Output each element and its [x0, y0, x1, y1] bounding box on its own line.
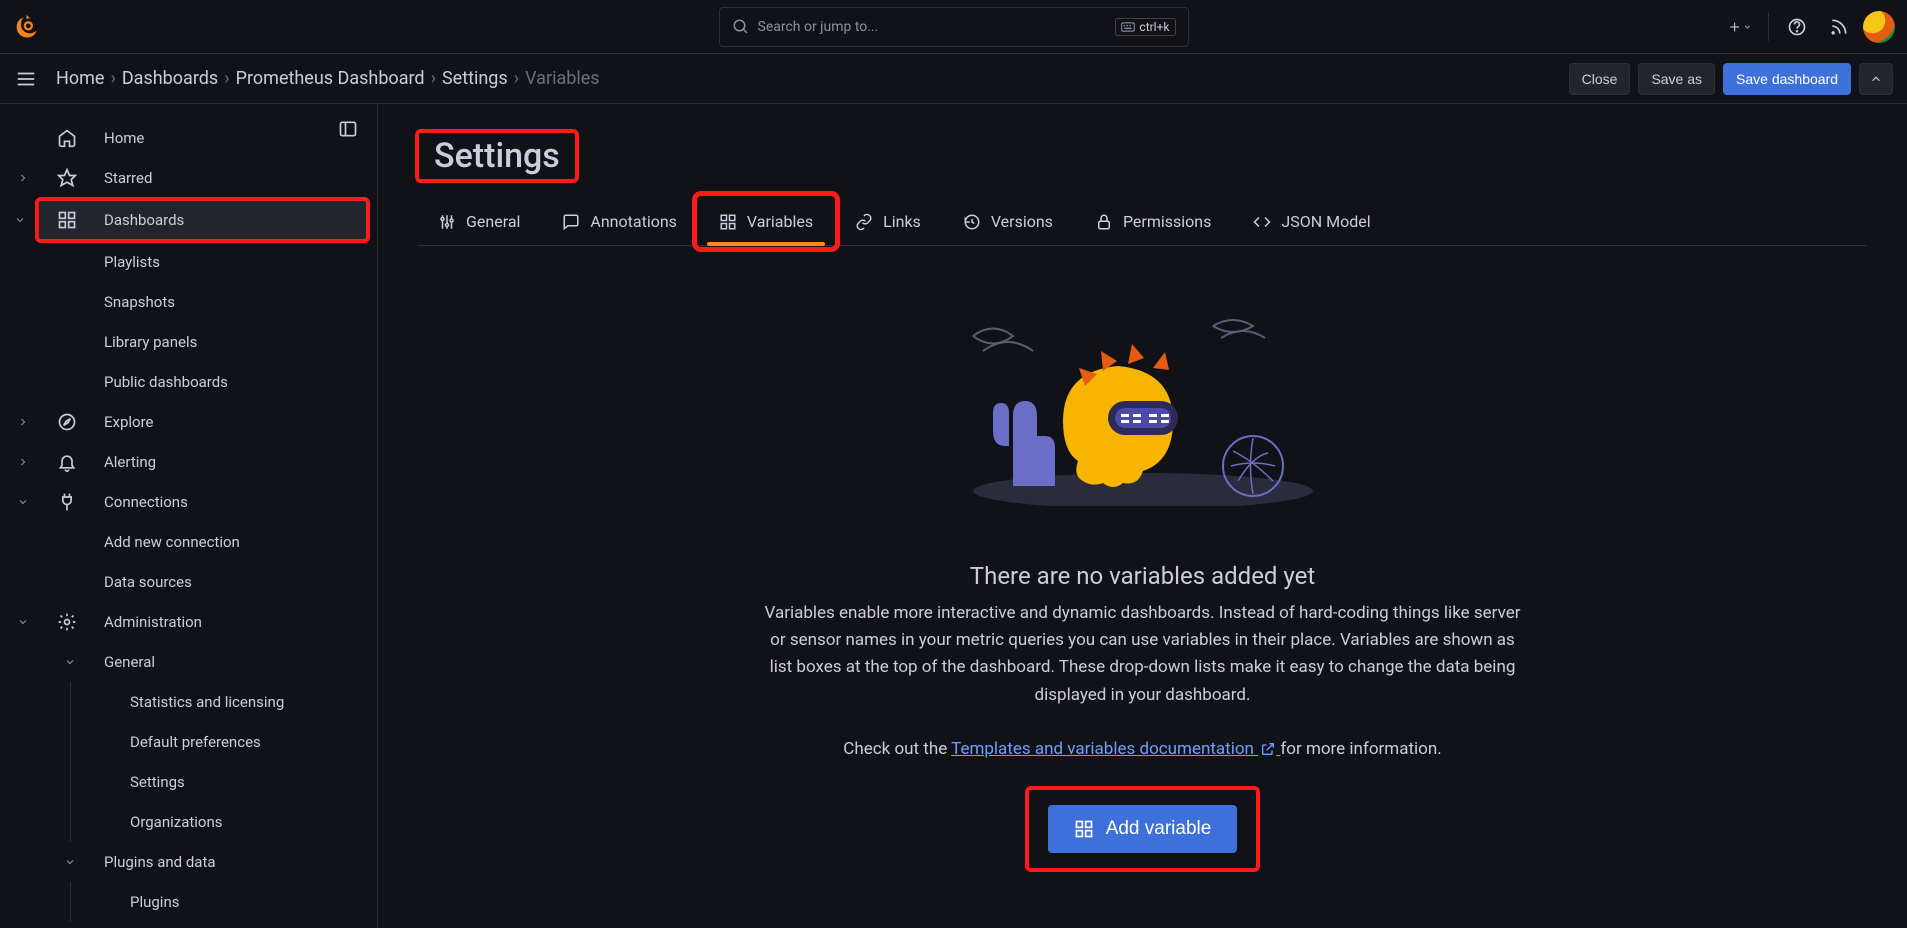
grid-icon	[1074, 819, 1094, 839]
global-search[interactable]: Search or jump to... ctrl+k	[719, 7, 1189, 47]
help-icon[interactable]	[1779, 9, 1815, 45]
chevron-right-icon	[14, 456, 32, 468]
save-as-button[interactable]: Save as	[1638, 63, 1715, 95]
sidebar-item-library-panels[interactable]: Library panels	[0, 322, 377, 362]
breadcrumb-variables: Variables	[525, 68, 599, 89]
lock-icon	[1095, 213, 1113, 231]
add-variable-button[interactable]: Add variable	[1048, 805, 1238, 853]
news-icon[interactable]	[1821, 9, 1857, 45]
breadcrumb: Home › Dashboards › Prometheus Dashboard…	[56, 68, 600, 89]
chevron-right-icon	[14, 172, 32, 184]
user-avatar[interactable]	[1863, 11, 1895, 43]
empty-state-illustration	[953, 306, 1333, 506]
settings-tabs: General Annotations Variables Links Vers…	[418, 198, 1867, 246]
sidebar-item-alerting[interactable]: Alerting	[0, 442, 377, 482]
home-icon	[56, 128, 78, 148]
tab-permissions[interactable]: Permissions	[1075, 198, 1231, 245]
sidebar-item-plugins[interactable]: Plugins	[0, 882, 377, 922]
sidebar-item-playlists[interactable]: Playlists	[0, 242, 377, 282]
chevron-right-icon	[14, 416, 32, 428]
chevron-down-icon	[64, 856, 76, 868]
grid-icon	[719, 213, 737, 231]
link-icon	[855, 213, 873, 231]
sidebar-item-dashboards[interactable]: Dashboards	[38, 200, 367, 240]
dashboards-icon	[56, 210, 78, 230]
add-new-button[interactable]	[1722, 9, 1758, 45]
tab-json-model[interactable]: JSON Model	[1233, 198, 1390, 245]
breadcrumb-home[interactable]: Home	[56, 68, 104, 89]
search-icon	[732, 18, 750, 36]
save-dashboard-button[interactable]: Save dashboard	[1723, 63, 1851, 95]
sidebar-item-organizations[interactable]: Organizations	[0, 802, 377, 842]
chevron-down-icon	[14, 496, 32, 508]
grafana-logo-icon[interactable]	[12, 13, 40, 41]
code-icon	[1253, 213, 1271, 231]
sidebar-item-explore[interactable]: Explore	[0, 402, 377, 442]
plug-icon	[56, 492, 78, 512]
collapse-up-button[interactable]	[1859, 63, 1893, 95]
tab-links[interactable]: Links	[835, 198, 941, 245]
sidebar-item-connections[interactable]: Connections	[0, 482, 377, 522]
empty-state-title: There are no variables added yet	[970, 562, 1315, 590]
sidebar-item-starred[interactable]: Starred	[0, 158, 377, 198]
comment-icon	[562, 213, 580, 231]
sidebar-item-administration[interactable]: Administration	[0, 602, 377, 642]
star-icon	[56, 168, 78, 188]
page-title: Settings	[434, 136, 560, 176]
sidebar-item-general[interactable]: General	[0, 642, 377, 682]
templates-doc-link[interactable]: Templates and variables documentation	[951, 739, 1280, 759]
sidebar-item-public-dashboards[interactable]: Public dashboards	[0, 362, 377, 402]
tab-versions[interactable]: Versions	[943, 198, 1073, 245]
menu-toggle-icon[interactable]	[8, 61, 44, 97]
sidebar-item-home[interactable]: Home	[0, 118, 377, 158]
page-title-highlight: Settings	[418, 132, 576, 180]
tab-variables[interactable]: Variables	[699, 198, 833, 245]
search-placeholder: Search or jump to...	[758, 19, 1116, 35]
sidebar-item-statistics[interactable]: Statistics and licensing	[0, 682, 377, 722]
sidebar-item-add-connection[interactable]: Add new connection	[0, 522, 377, 562]
sidebar: Home Starred Dashboards Playlists Snapsh…	[0, 104, 378, 928]
sliders-icon	[438, 213, 456, 231]
sidebar-item-default-preferences[interactable]: Default preferences	[0, 722, 377, 762]
chevron-down-icon	[14, 616, 32, 628]
chevron-down-icon	[64, 656, 76, 668]
sidebar-item-admin-settings[interactable]: Settings	[0, 762, 377, 802]
breadcrumb-dashboards[interactable]: Dashboards	[122, 68, 218, 89]
external-link-icon	[1260, 741, 1276, 757]
chevron-right-icon: ›	[431, 68, 436, 89]
tab-annotations[interactable]: Annotations	[542, 198, 697, 245]
empty-state-doc-line: Check out the Templates and variables do…	[843, 739, 1441, 759]
gear-icon	[56, 612, 78, 632]
chevron-right-icon: ›	[224, 68, 229, 89]
sidebar-item-plugins-and-data[interactable]: Plugins and data	[0, 842, 377, 882]
breadcrumb-settings[interactable]: Settings	[442, 68, 508, 89]
chevron-down-icon	[14, 214, 26, 226]
sidebar-item-snapshots[interactable]: Snapshots	[0, 282, 377, 322]
search-shortcut: ctrl+k	[1115, 18, 1175, 36]
close-button[interactable]: Close	[1569, 63, 1631, 95]
empty-state-description: Variables enable more interactive and dy…	[763, 600, 1523, 709]
breadcrumb-dashboard-name[interactable]: Prometheus Dashboard	[236, 68, 425, 89]
tab-general[interactable]: General	[418, 198, 540, 245]
sidebar-item-data-sources[interactable]: Data sources	[0, 562, 377, 602]
bell-icon	[56, 452, 78, 472]
chevron-right-icon: ›	[514, 68, 519, 89]
compass-icon	[56, 412, 78, 432]
history-icon	[963, 213, 981, 231]
chevron-right-icon: ›	[110, 68, 115, 89]
add-variable-highlight: Add variable	[1028, 789, 1258, 869]
